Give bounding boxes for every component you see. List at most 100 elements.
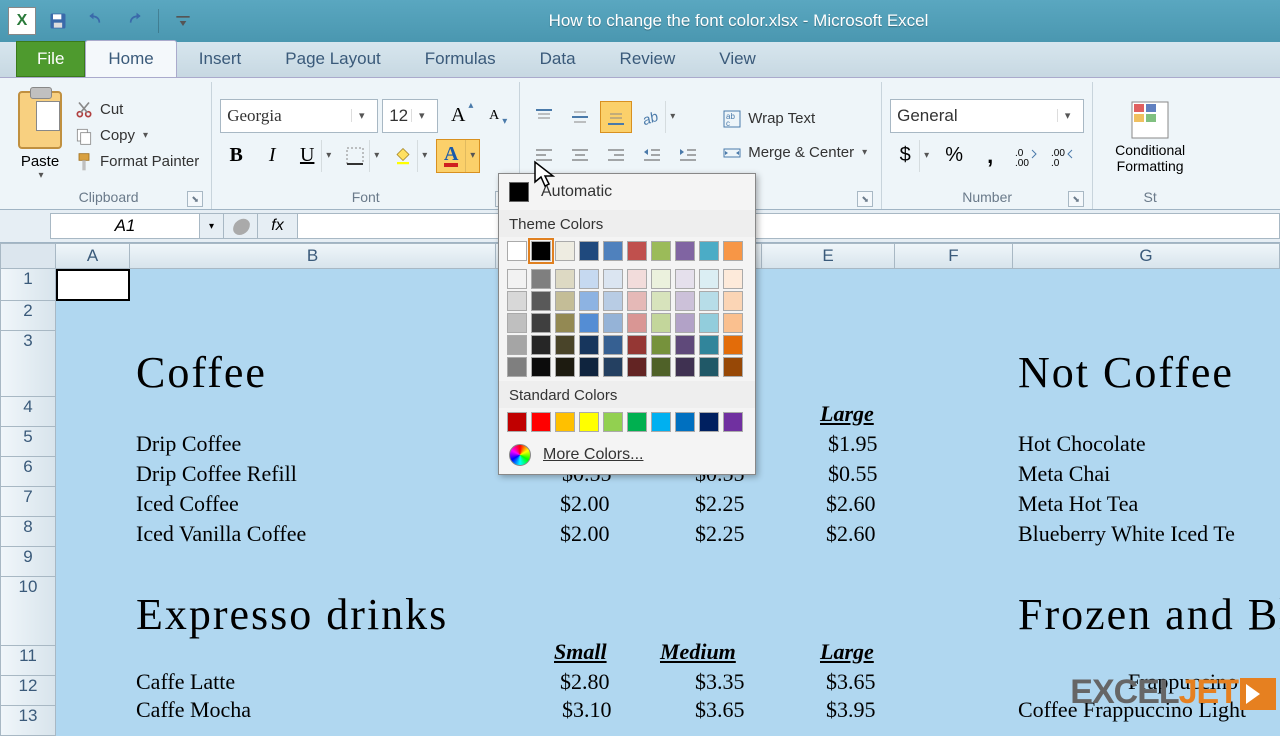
tab-view[interactable]: View	[697, 41, 778, 77]
align-center-button[interactable]	[564, 140, 596, 172]
color-swatch[interactable]	[603, 313, 623, 333]
font-size-combo[interactable]: 12 ▾	[382, 99, 438, 133]
cell[interactable]: Not Coffee	[1018, 347, 1234, 398]
color-swatch[interactable]	[531, 269, 551, 289]
color-swatch[interactable]	[555, 313, 575, 333]
color-swatch[interactable]	[699, 313, 719, 333]
row-header[interactable]: 7	[0, 487, 56, 517]
increase-font-button[interactable]: A	[442, 100, 474, 132]
col-header[interactable]: A	[56, 243, 130, 269]
align-middle-button[interactable]	[564, 101, 596, 133]
row-header[interactable]: 9	[0, 547, 56, 577]
color-swatch[interactable]	[627, 335, 647, 355]
row-header[interactable]: 13	[0, 706, 56, 736]
color-swatch[interactable]	[579, 241, 599, 261]
chevron-down-icon[interactable]: ▾	[351, 109, 371, 122]
color-swatch[interactable]	[555, 291, 575, 311]
color-swatch[interactable]	[723, 313, 743, 333]
chevron-down-icon[interactable]: ▾	[321, 140, 335, 172]
merge-center-button[interactable]: Merge & Center ▾	[716, 139, 873, 167]
fx-button[interactable]: fx	[258, 213, 298, 239]
name-box[interactable]: A1	[50, 213, 200, 239]
font-name-combo[interactable]: Georgia ▾	[220, 99, 378, 133]
color-swatch[interactable]	[555, 412, 575, 432]
color-swatch[interactable]	[507, 357, 527, 377]
redo-icon[interactable]	[118, 6, 150, 36]
more-colors-item[interactable]: More Colors...	[499, 436, 755, 474]
color-swatch[interactable]	[507, 291, 527, 311]
tab-home[interactable]: Home	[85, 40, 176, 77]
cell[interactable]: Medium	[660, 639, 736, 665]
color-swatch[interactable]	[627, 269, 647, 289]
color-swatch[interactable]	[675, 313, 695, 333]
cancel-formula-icon[interactable]: ⬤	[224, 213, 258, 239]
orientation-button[interactable]: ab ▾	[636, 100, 680, 134]
color-swatch[interactable]	[723, 412, 743, 432]
row-header[interactable]: 5	[0, 427, 56, 457]
color-swatch[interactable]	[699, 335, 719, 355]
cell[interactable]: Caffe Mocha	[136, 697, 251, 723]
color-swatch[interactable]	[507, 335, 527, 355]
cell[interactable]: Meta Chai	[1018, 461, 1110, 487]
row-header[interactable]: 2	[0, 301, 56, 331]
color-swatch[interactable]	[555, 241, 575, 261]
fill-color-button[interactable]: ▾	[388, 139, 432, 173]
align-bottom-button[interactable]	[600, 101, 632, 133]
tab-page-layout[interactable]: Page Layout	[263, 41, 402, 77]
percent-button[interactable]: %	[938, 140, 970, 172]
font-color-button[interactable]: A ▾	[436, 139, 480, 173]
tab-review[interactable]: Review	[598, 41, 698, 77]
tab-insert[interactable]: Insert	[177, 41, 264, 77]
dialog-launcher-icon[interactable]: ⬊	[857, 191, 873, 207]
chevron-down-icon[interactable]: ▾	[417, 140, 431, 172]
color-swatch[interactable]	[627, 412, 647, 432]
cell[interactable]: $3.10	[562, 697, 612, 723]
customize-qat-icon[interactable]	[167, 6, 199, 36]
color-swatch[interactable]	[555, 335, 575, 355]
cell[interactable]: $0.55	[828, 461, 878, 487]
cell[interactable]: Iced Vanilla Coffee	[136, 521, 306, 547]
cell[interactable]: $2.00	[560, 521, 610, 547]
color-swatch[interactable]	[651, 291, 671, 311]
cell[interactable]: Coffee	[136, 347, 267, 398]
color-swatch[interactable]	[531, 241, 551, 261]
row-header[interactable]: 11	[0, 646, 56, 676]
color-swatch[interactable]	[723, 335, 743, 355]
cell[interactable]: Small	[554, 639, 607, 665]
color-swatch[interactable]	[675, 241, 695, 261]
cell[interactable]: Large	[820, 401, 874, 427]
cell[interactable]: $2.60	[826, 491, 876, 517]
cell[interactable]: $2.00	[560, 491, 610, 517]
color-swatch[interactable]	[603, 269, 623, 289]
cell[interactable]: Caffe Latte	[136, 669, 235, 695]
increase-indent-button[interactable]	[672, 140, 704, 172]
cell[interactable]: $3.65	[826, 669, 876, 695]
chevron-down-icon[interactable]: ▾	[665, 101, 679, 133]
col-header[interactable]: G	[1013, 243, 1280, 269]
color-swatch[interactable]	[507, 313, 527, 333]
row-header[interactable]: 10	[0, 577, 56, 646]
cell[interactable]: $3.65	[695, 697, 745, 723]
decrease-indent-button[interactable]	[636, 140, 668, 172]
color-swatch[interactable]	[555, 357, 575, 377]
dialog-launcher-icon[interactable]: ⬊	[1068, 191, 1084, 207]
color-swatch[interactable]	[651, 241, 671, 261]
align-top-button[interactable]	[528, 101, 560, 133]
color-swatch[interactable]	[675, 269, 695, 289]
chevron-down-icon[interactable]: ▾	[369, 140, 383, 172]
color-swatch[interactable]	[579, 357, 599, 377]
copy-button[interactable]: Copy ▾	[70, 124, 203, 148]
increase-decimal-button[interactable]: .0.00	[1010, 140, 1042, 172]
comma-button[interactable]: ,	[974, 140, 1006, 172]
cell[interactable]: $2.60	[826, 521, 876, 547]
cell[interactable]: $2.80	[560, 669, 610, 695]
color-swatch[interactable]	[603, 241, 623, 261]
color-swatch[interactable]	[627, 357, 647, 377]
color-swatch[interactable]	[579, 412, 599, 432]
formula-input[interactable]	[298, 213, 1280, 239]
color-swatch[interactable]	[603, 335, 623, 355]
undo-icon[interactable]	[80, 6, 112, 36]
color-swatch[interactable]	[579, 269, 599, 289]
color-swatch[interactable]	[627, 313, 647, 333]
color-swatch[interactable]	[507, 269, 527, 289]
